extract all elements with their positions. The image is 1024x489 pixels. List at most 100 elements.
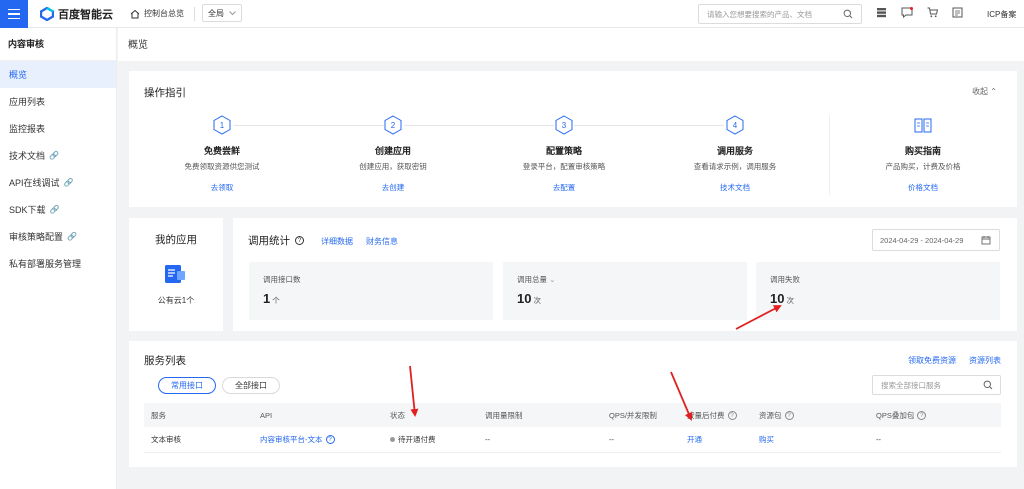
my-apps-title: 我的应用 — [155, 234, 197, 246]
guide-step: 3 配置策略 登录平台，配置审核策略 去配置 — [499, 115, 629, 193]
guide-title: 操作指引 — [144, 87, 186, 99]
search-icon[interactable] — [843, 9, 853, 19]
region-select[interactable]: 全局 — [202, 4, 242, 22]
service-search-placeholder: 搜索全部接口服务 — [881, 380, 941, 390]
cell-qps-pack: -- — [876, 435, 881, 444]
external-link-icon: 🔗 — [67, 232, 77, 241]
buy-guide-title: 购买指南 — [904, 146, 941, 156]
cell-limit: -- — [485, 435, 490, 444]
svg-text:4: 4 — [733, 121, 738, 130]
sidebar-title: 内容审核 — [0, 28, 116, 61]
logo-text: 百度智能云 — [58, 9, 113, 21]
call-stats-card: 调用统计 ? 详细数据 财务信息 2024-04-29 - 2024-04-29… — [233, 218, 1017, 331]
column-header-qps-pack: QPS叠加包? — [869, 410, 1001, 421]
help-icon[interactable]: ? — [727, 410, 737, 420]
divider — [829, 115, 830, 195]
column-header: QPS/并发限制 — [609, 410, 657, 420]
step-desc: 免费领取资源供您测试 — [184, 162, 260, 171]
service-list-card: 服务列表 领取免费资源 资源列表 常用接口 全部接口 搜索全部接口服务 服务 A… — [129, 341, 1017, 467]
external-link-icon: 🔗 — [63, 178, 74, 187]
top-toolbar — [876, 7, 963, 18]
sidebar-item-api-debug[interactable]: API在线调试 🔗 — [0, 169, 116, 196]
stat-failed-calls: 调用失败 10 次 — [756, 262, 1000, 320]
help-icon[interactable]: ? — [917, 410, 927, 420]
sidebar-item-sdk-download[interactable]: SDK下载 🔗 — [0, 196, 116, 223]
tab-all-apis[interactable]: 全部接口 — [222, 377, 280, 394]
activate-postpaid-link[interactable]: 开通 — [687, 434, 702, 445]
cell-postpaid: 开通 — [680, 434, 752, 445]
step-desc: 登录平台，配置审核策略 — [522, 162, 606, 171]
help-icon[interactable]: ? — [784, 410, 794, 420]
sidebar-item-label: SDK下载 — [9, 205, 46, 215]
global-search-input[interactable]: 请输入您想要搜索的产品、文档 — [698, 4, 862, 24]
column-header: 调用量限制 — [485, 410, 523, 420]
cell-status: 待开通付费 — [383, 434, 478, 445]
app-icon[interactable] — [163, 262, 187, 286]
finance-info-link[interactable]: 财务信息 — [366, 236, 398, 247]
console-home-link[interactable]: 控制台总览 — [130, 8, 184, 19]
grid-icon[interactable] — [876, 7, 887, 18]
step-link-tech-docs[interactable]: 技术文档 — [720, 183, 750, 192]
step-4-icon: 4 — [726, 115, 744, 135]
date-range-value: 2024-04-29 - 2024-04-29 — [880, 235, 964, 245]
resource-list-link[interactable]: 资源列表 — [969, 355, 1001, 366]
service-list-title: 服务列表 — [144, 355, 186, 367]
status-dot-icon — [390, 437, 395, 442]
external-link-icon: 🔗 — [49, 151, 59, 160]
message-icon[interactable] — [901, 7, 913, 18]
price-docs-link[interactable]: 价格文档 — [908, 183, 938, 192]
sidebar-item-label: 概览 — [9, 70, 28, 80]
svg-text:1: 1 — [220, 121, 225, 130]
help-icon[interactable]: ? — [295, 236, 304, 245]
sidebar-item-tech-docs[interactable]: 技术文档 🔗 — [0, 142, 116, 169]
column-label: 资源包 — [759, 410, 782, 420]
invoice-icon[interactable] — [952, 7, 963, 18]
step-desc: 查看请求示例，调用服务 — [693, 162, 777, 171]
collapse-button[interactable]: 收起 ⌃ — [972, 86, 997, 97]
date-range-picker[interactable]: 2024-04-29 - 2024-04-29 — [872, 229, 1000, 251]
table-header: 服务 API 状态 调用量限制 QPS/并发限制 按量后付费? 资源包? QPS… — [144, 403, 1001, 427]
sidebar-item-monitor-report[interactable]: 监控报表 — [0, 115, 116, 142]
stat-label-row[interactable]: 调用总量 ⌄ — [517, 274, 747, 285]
chevron-up-icon: ⌃ — [990, 87, 997, 96]
api-link[interactable]: 内容审核平台-文本 — [260, 434, 323, 445]
cart-icon[interactable] — [927, 7, 938, 18]
help-icon[interactable]: ? — [325, 435, 335, 444]
column-header: 状态 — [390, 410, 405, 420]
public-cloud-count[interactable]: 公有云1个 — [129, 295, 223, 306]
step-link-configure[interactable]: 去配置 — [553, 183, 576, 192]
sidebar-item-label: 监控报表 — [9, 124, 46, 134]
service-search-input[interactable]: 搜索全部接口服务 — [872, 375, 1001, 395]
claim-free-resources-link[interactable]: 领取免费资源 — [908, 355, 956, 366]
menu-icon[interactable] — [0, 0, 28, 28]
step-link-claim[interactable]: 去领取 — [211, 183, 234, 192]
detail-data-link[interactable]: 详细数据 — [321, 236, 353, 247]
column-header-package: 资源包? — [752, 410, 869, 421]
sidebar-item-label: 私有部署服务管理 — [9, 259, 82, 269]
guide-step: 2 创建应用 创建应用，获取密钥 去创建 — [328, 115, 458, 193]
step-title: 免费尝鲜 — [203, 146, 240, 156]
call-stats-header: 调用统计 ? — [248, 233, 304, 248]
buy-guide-desc: 产品购买，计费及价格 — [885, 162, 961, 171]
logo[interactable]: 百度智能云 — [40, 6, 113, 22]
my-apps-card: 我的应用 公有云1个 — [129, 218, 223, 331]
sidebar-item-policy-config[interactable]: 审核策略配置 🔗 — [0, 223, 116, 250]
step-1-icon: 1 — [213, 115, 231, 135]
buy-package-link[interactable]: 购买 — [759, 434, 774, 445]
tab-common-apis[interactable]: 常用接口 — [158, 377, 216, 394]
collapse-label: 收起 — [972, 87, 989, 96]
sidebar: 内容审核 概览 应用列表 监控报表 技术文档 🔗 API在线调试 🔗 SDK下载 🔗 … — [0, 28, 117, 489]
region-value: 全局 — [208, 8, 224, 18]
icp-link[interactable]: ICP备案 — [987, 9, 1016, 20]
chevron-down-icon: ⌄ — [549, 275, 556, 284]
status-badge: 待开通付费 — [398, 435, 436, 444]
sidebar-item-app-list[interactable]: 应用列表 — [0, 88, 116, 115]
service-table: 服务 API 状态 调用量限制 QPS/并发限制 按量后付费? 资源包? QPS… — [144, 403, 1001, 453]
step-link-create[interactable]: 去创建 — [382, 183, 405, 192]
guide-step: 4 调用服务 查看请求示例，调用服务 技术文档 — [670, 115, 800, 193]
search-icon[interactable] — [983, 380, 993, 390]
global-search-placeholder: 请输入您想要搜索的产品、文档 — [707, 9, 812, 19]
sidebar-item-overview[interactable]: 概览 — [0, 61, 116, 88]
sidebar-item-private-deploy[interactable]: 私有部署服务管理 — [0, 250, 116, 277]
stat-total-calls: 调用总量 ⌄ 10 次 — [503, 262, 747, 320]
